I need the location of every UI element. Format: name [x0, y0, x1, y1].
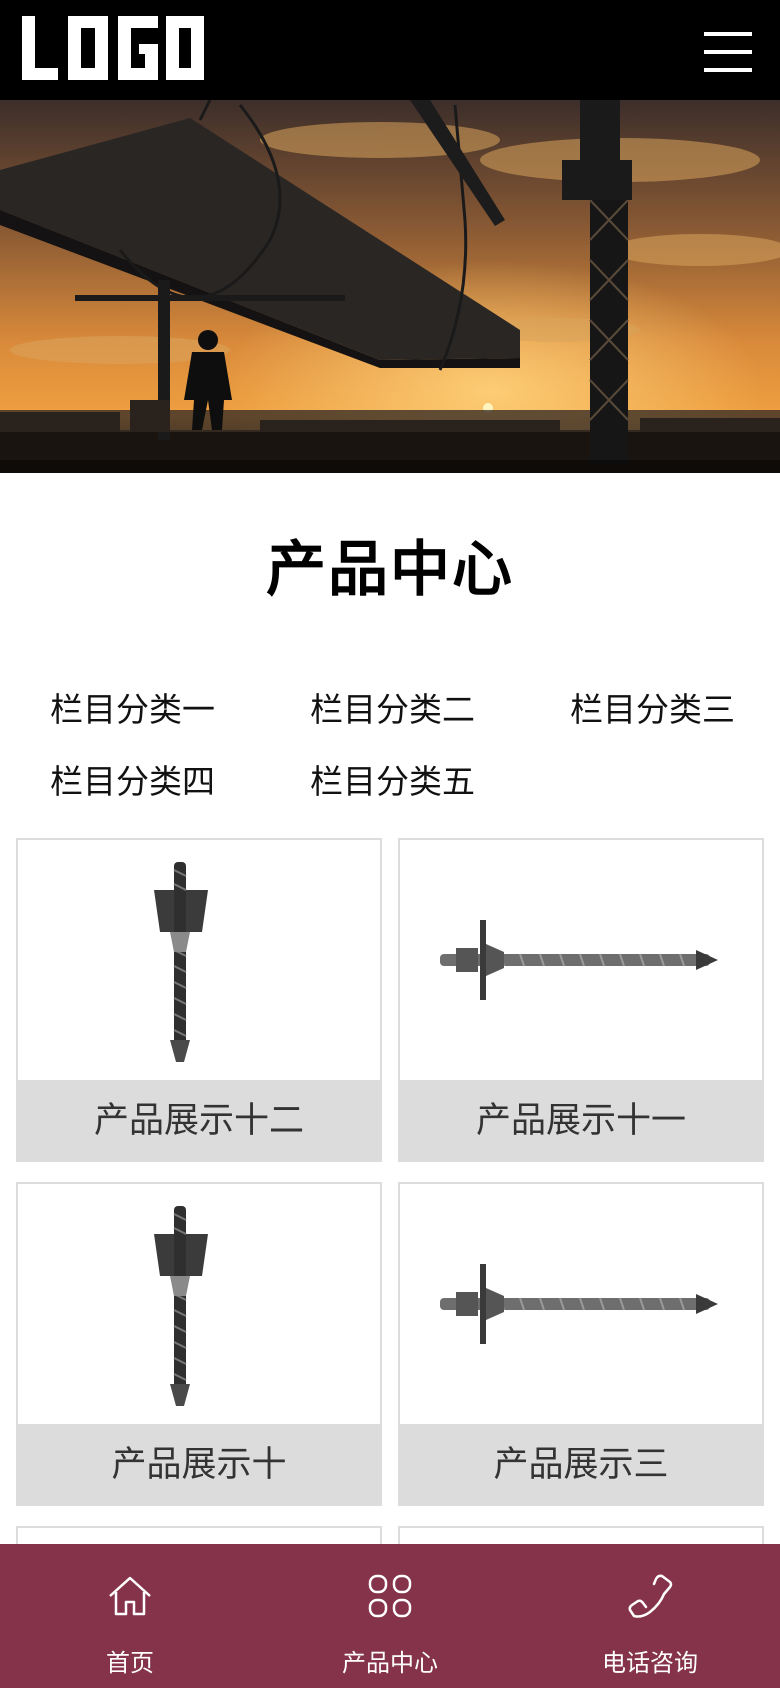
- category-item[interactable]: 栏目分类五: [310, 752, 475, 812]
- phone-icon: [628, 1574, 673, 1618]
- product-name: 产品展示十一: [400, 1080, 762, 1160]
- product-card[interactable]: 产品展示十一: [398, 838, 764, 1162]
- nav-phone[interactable]: 电话咨询: [520, 1544, 780, 1688]
- section-title: 产品中心: [266, 535, 514, 605]
- category-item[interactable]: 栏目分类一: [50, 680, 215, 740]
- product-image-anchor-bolt-vertical: [18, 1184, 380, 1424]
- category-item[interactable]: 栏目分类四: [50, 752, 215, 812]
- home-icon: [109, 1576, 151, 1616]
- hero-banner: [0, 100, 780, 473]
- product-name: 产品展示三: [400, 1424, 762, 1504]
- product-image-anchor-bolt-horizontal: [400, 840, 762, 1080]
- nav-label: 首页: [106, 1649, 154, 1677]
- product-card[interactable]: 产品展示十二: [16, 838, 382, 1162]
- product-card[interactable]: 产品展示三: [398, 1182, 764, 1506]
- product-name: 产品展示十: [18, 1424, 380, 1504]
- grid-icon: [368, 1574, 412, 1618]
- nav-home[interactable]: 首页: [0, 1544, 260, 1688]
- nav-label: 产品中心: [342, 1649, 438, 1677]
- product-image-anchor-bolt-horizontal: [400, 1184, 762, 1424]
- construction-site-sunset-image: [0, 100, 780, 473]
- bottom-nav: 首页 产品中心 电话咨询: [0, 1544, 780, 1688]
- hamburger-menu-icon[interactable]: [704, 30, 752, 74]
- nav-label: 电话咨询: [602, 1649, 698, 1677]
- category-item[interactable]: 栏目分类三: [570, 680, 735, 740]
- top-header: [0, 0, 780, 100]
- category-item[interactable]: 栏目分类二: [310, 680, 475, 740]
- nav-products[interactable]: 产品中心: [260, 1544, 520, 1688]
- product-image-anchor-bolt-vertical: [18, 840, 380, 1080]
- product-name: 产品展示十二: [18, 1080, 380, 1160]
- logo[interactable]: [20, 14, 204, 84]
- product-card[interactable]: 产品展示十: [16, 1182, 382, 1506]
